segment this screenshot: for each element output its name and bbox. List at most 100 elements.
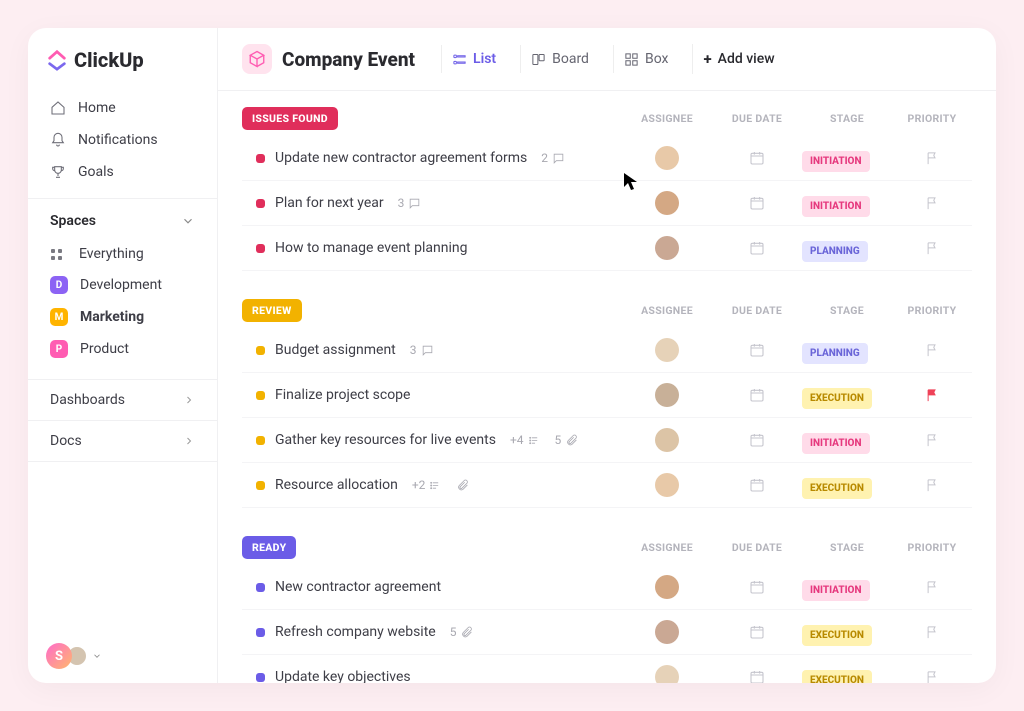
task-row[interactable]: Plan for next year3 INITIATION	[242, 181, 972, 226]
stage-badge: EXECUTION	[802, 478, 872, 499]
view-tab-board[interactable]: Board	[520, 45, 599, 73]
due-date-cell[interactable]	[712, 195, 802, 211]
assignee-cell[interactable]	[622, 338, 712, 362]
task-title: Budget assignment	[275, 342, 396, 358]
space-marketing[interactable]: M Marketing	[28, 301, 217, 333]
priority-cell[interactable]	[892, 343, 972, 358]
nav-home[interactable]: Home	[28, 92, 217, 124]
priority-cell[interactable]	[892, 433, 972, 448]
due-date-cell[interactable]	[712, 387, 802, 403]
brand-logo: ClickUp	[28, 48, 217, 92]
stage-cell[interactable]: INITIATION	[802, 578, 892, 597]
stage-badge: INITIATION	[802, 151, 870, 172]
task-title-cell: How to manage event planning	[256, 240, 622, 256]
board-icon	[531, 52, 546, 67]
stage-cell[interactable]: EXECUTION	[802, 386, 892, 405]
bell-icon	[50, 132, 66, 148]
due-date-cell[interactable]	[712, 432, 802, 448]
stage-cell[interactable]: EXECUTION	[802, 476, 892, 495]
priority-cell[interactable]	[892, 241, 972, 256]
status-dot	[256, 391, 265, 400]
attachment-count[interactable]: 5	[555, 433, 579, 447]
view-tab-add[interactable]: + Add view	[692, 44, 784, 74]
task-title-cell: Finalize project scope	[256, 387, 622, 403]
clickup-logo-icon	[46, 49, 68, 71]
comment-count[interactable]: 2	[541, 151, 565, 165]
status-pill[interactable]: ISSUES FOUND	[242, 107, 338, 130]
assignee-cell[interactable]	[622, 236, 712, 260]
priority-cell[interactable]	[892, 388, 972, 403]
assignee-cell[interactable]	[622, 146, 712, 170]
task-row[interactable]: Resource allocation+2 EXECUTION	[242, 463, 972, 508]
assignee-cell[interactable]	[622, 665, 712, 683]
avatar-initial: S	[46, 643, 72, 669]
avatar	[655, 473, 679, 497]
nav-docs[interactable]: Docs	[28, 421, 217, 462]
cube-icon	[248, 50, 266, 68]
assignee-cell[interactable]	[622, 191, 712, 215]
assignee-cell[interactable]	[622, 620, 712, 644]
due-date-cell[interactable]	[712, 240, 802, 256]
nav-notifications[interactable]: Notifications	[28, 124, 217, 156]
status-pill[interactable]: REVIEW	[242, 299, 302, 322]
priority-cell[interactable]	[892, 580, 972, 595]
task-row[interactable]: Update new contractor agreement forms2 I…	[242, 136, 972, 181]
stage-cell[interactable]: INITIATION	[802, 194, 892, 213]
priority-cell[interactable]	[892, 151, 972, 166]
trophy-icon	[50, 164, 66, 180]
stage-cell[interactable]: EXECUTION	[802, 668, 892, 684]
task-row[interactable]: New contractor agreementINITIATION	[242, 565, 972, 610]
assignee-cell[interactable]	[622, 383, 712, 407]
task-row[interactable]: Refresh company website 5 EXECUTION	[242, 610, 972, 655]
due-date-cell[interactable]	[712, 624, 802, 640]
spaces-header[interactable]: Spaces	[28, 213, 217, 239]
assignee-cell[interactable]	[622, 473, 712, 497]
comment-count[interactable]: 3	[410, 343, 434, 357]
col-due: DUE DATE	[712, 304, 802, 317]
space-everything[interactable]: Everything	[28, 239, 217, 269]
subtask-count[interactable]: +4	[510, 433, 541, 447]
assignee-cell[interactable]	[622, 428, 712, 452]
task-title: How to manage event planning	[275, 240, 467, 256]
priority-cell[interactable]	[892, 196, 972, 211]
priority-cell[interactable]	[892, 625, 972, 640]
view-tab-box[interactable]: Box	[613, 45, 679, 73]
user-switcher[interactable]: S	[46, 643, 102, 669]
task-row[interactable]: Finalize project scope EXECUTION	[242, 373, 972, 418]
comment-count[interactable]: 3	[398, 196, 422, 210]
app-shell: ClickUp Home Notifications Goals Spaces …	[28, 28, 996, 683]
task-title-cell: Gather key resources for live events+4 5	[256, 432, 622, 448]
stage-badge: EXECUTION	[802, 625, 872, 646]
stage-cell[interactable]: PLANNING	[802, 239, 892, 258]
nav-goals[interactable]: Goals	[28, 156, 217, 188]
attachment-icon[interactable]	[456, 479, 469, 492]
due-date-cell[interactable]	[712, 579, 802, 595]
stage-cell[interactable]: INITIATION	[802, 431, 892, 450]
stage-cell[interactable]: EXECUTION	[802, 623, 892, 642]
space-product[interactable]: P Product	[28, 333, 217, 365]
stage-cell[interactable]: PLANNING	[802, 341, 892, 360]
due-date-cell[interactable]	[712, 342, 802, 358]
task-row[interactable]: How to manage event planning PLANNING	[242, 226, 972, 271]
task-title: Refresh company website	[275, 624, 436, 640]
due-date-cell[interactable]	[712, 150, 802, 166]
due-date-cell[interactable]	[712, 669, 802, 683]
nav-dashboards[interactable]: Dashboards	[28, 380, 217, 421]
view-tab-list-label: List	[473, 51, 496, 67]
subtask-count[interactable]: +2	[412, 478, 443, 492]
task-row[interactable]: Update key objectivesEXECUTION	[242, 655, 972, 683]
due-date-cell[interactable]	[712, 477, 802, 493]
task-row[interactable]: Budget assignment 3 PLANNING	[242, 328, 972, 373]
status-pill[interactable]: READY	[242, 536, 296, 559]
task-row[interactable]: Gather key resources for live events+4 5…	[242, 418, 972, 463]
stage-cell[interactable]: INITIATION	[802, 149, 892, 168]
view-tab-board-label: Board	[552, 51, 589, 67]
status-dot	[256, 628, 265, 637]
priority-cell[interactable]	[892, 670, 972, 684]
view-tab-list[interactable]: List	[441, 45, 506, 73]
space-development[interactable]: D Development	[28, 269, 217, 301]
attachment-count[interactable]: 5	[450, 625, 474, 639]
sidebar: ClickUp Home Notifications Goals Spaces …	[28, 28, 218, 683]
assignee-cell[interactable]	[622, 575, 712, 599]
priority-cell[interactable]	[892, 478, 972, 493]
